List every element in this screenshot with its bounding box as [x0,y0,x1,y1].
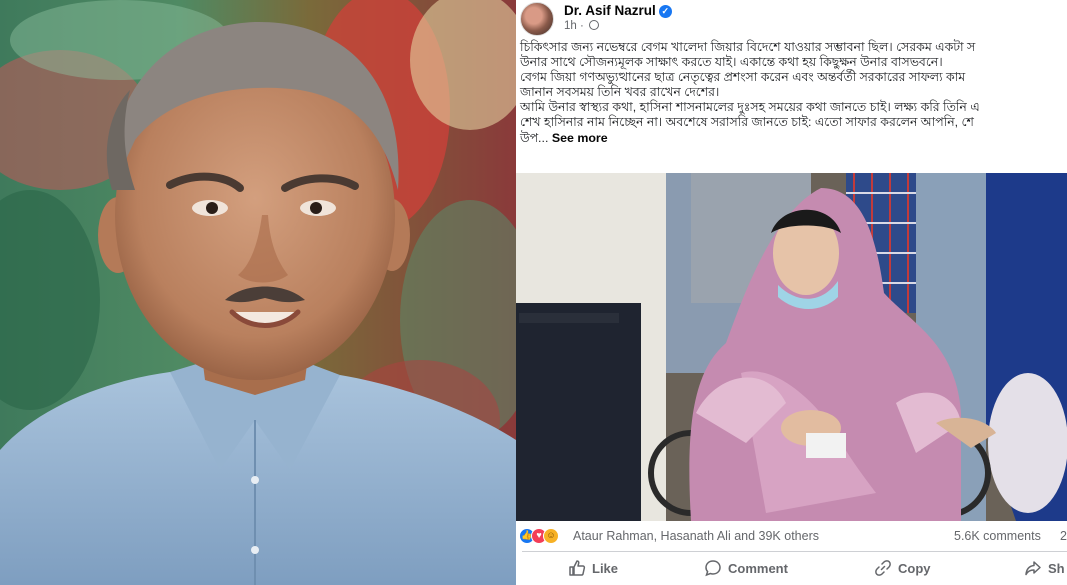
post-text-line: আমি উনার স্বাস্থ্যর কথা, হাসিনা শাসনামলে… [520,100,980,115]
post-actions: Like Comment Copy Sh [516,553,1067,585]
author-avatar[interactable] [520,2,554,36]
see-more-link[interactable]: See more [552,131,608,145]
comment-button[interactable]: Comment [704,559,788,581]
post-text-line-last: উপ... See more [520,131,1067,146]
like-label: Like [592,561,619,576]
copy-button[interactable]: Copy [874,559,931,581]
post-text-line: জানান সবসময় তিনি খবর রাখেন দেশের। [520,85,720,100]
post-text-line: চিকিৎসার জন্য নভেম্বরে বেগম খালেদা জিয়া… [520,40,976,54]
portrait-photo [0,0,516,585]
post-text-line: বেগম জিয়া গণঅভ্যুত্থানের ছাত্র নেতৃত্বে… [520,70,966,85]
author-name-text[interactable]: Dr. Asif Nazrul [564,3,656,18]
shares-count[interactable]: 2 [1060,529,1067,543]
comment-bubble-icon [705,560,721,577]
post-text: চিকিৎসার জন্য নভেম্বরে বেগম খালেদা জিয়া… [520,40,1067,146]
post-text-truncated: উপ... [520,130,549,145]
post-header: Dr. Asif Nazrul ✓ 1h · [516,0,1067,36]
post-meta: 1h · [564,20,600,32]
share-button[interactable]: Sh [1024,559,1065,581]
globe-icon [589,20,600,30]
comment-label: Comment [728,561,788,576]
care-reaction-icon: ☺ [543,528,559,544]
post-text-line: উনার সাথে সৌজন্যমূলক সাক্ষাৎ করতে যাই। এ… [520,55,943,70]
post-photo[interactable] [516,173,1067,521]
share-label: Sh [1048,561,1065,576]
reaction-names[interactable]: Ataur Rahman, Hasanath Ali and 39K other… [573,529,819,543]
author-name[interactable]: Dr. Asif Nazrul ✓ [564,3,672,18]
copy-label: Copy [898,561,931,576]
thumbs-up-icon [569,560,586,576]
share-arrow-icon [1025,561,1041,576]
post-text-line: শেখ হাসিনার নাম নিচ্ছেন না। অবশেষে সরাসর… [520,115,974,130]
reactions-bar: 👍 ♥ ☺ Ataur Rahman, Hasanath Ali and 39K… [516,523,1067,549]
facebook-post: Dr. Asif Nazrul ✓ 1h · চিকিৎসার জন্য নভেম… [516,0,1067,585]
comments-count[interactable]: 5.6K comments [954,529,1041,543]
verified-badge-icon: ✓ [658,5,672,18]
divider [522,551,1067,552]
post-time[interactable]: 1h [564,20,577,32]
link-icon [875,560,891,576]
like-button[interactable]: Like [568,559,618,581]
